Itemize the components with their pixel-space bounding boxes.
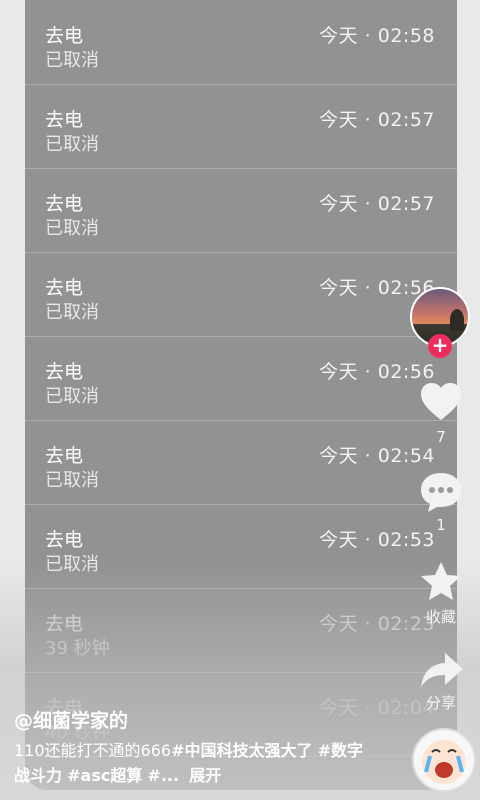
call-log-row[interactable]: 去电已取消 今天 · 02:58: [25, 0, 457, 85]
follow-plus-icon[interactable]: +: [428, 334, 452, 358]
share-label: 分享: [425, 694, 456, 712]
call-type: 去电: [45, 25, 84, 47]
call-log-row[interactable]: 去电 已取消 今天 · 02:54: [25, 420, 457, 505]
expand-link[interactable]: 展开: [189, 766, 221, 785]
call-status: 已取消: [45, 470, 99, 491]
call-type: 去电: [45, 193, 84, 215]
heart-icon[interactable]: [417, 378, 465, 426]
caption-text: 110还能打不通的666: [14, 741, 172, 760]
post-caption: 110还能打不通的666#中国科技太强大了 #数字战斗力 #asc超算 #...…: [14, 738, 364, 788]
tree-silhouette: [450, 309, 464, 331]
hashtag-link[interactable]: #asc超算: [67, 766, 142, 785]
call-log-row[interactable]: 去电 已取消 今天 · 02:56: [25, 336, 457, 421]
call-time: 今天 · 02:57: [319, 109, 435, 131]
crying-face-icon: [422, 740, 466, 784]
author-name[interactable]: @细菌学家的: [14, 706, 128, 733]
hashtag-link[interactable]: #中国科技太强大了: [171, 741, 312, 760]
crying-emoji-sticker[interactable]: [412, 728, 476, 792]
comment-count: 1: [436, 516, 446, 534]
call-log-row[interactable]: 去电已取消 今天 · 02:57: [25, 84, 457, 169]
call-log-row[interactable]: 去电 已取消 今天 · 02:56: [25, 252, 457, 337]
share-arrow-icon[interactable]: [417, 645, 465, 693]
call-type: 去电: [45, 361, 84, 383]
call-type: 去电: [45, 109, 84, 131]
call-time: 今天 · 02:57: [319, 193, 435, 215]
like-count: 7: [436, 428, 446, 446]
call-status: 已取消: [45, 302, 99, 323]
call-status: 已取消: [45, 218, 99, 239]
call-log-row[interactable]: 去电已取消 今天 · 02:57: [25, 168, 457, 253]
call-status: 已取消: [45, 134, 99, 155]
call-status: 已取消: [45, 50, 99, 71]
star-icon[interactable]: [417, 558, 465, 606]
call-status: 已取消: [45, 386, 99, 407]
call-type: 去电: [45, 529, 84, 551]
comment-icon[interactable]: [417, 468, 465, 516]
call-time: 今天 · 02:58: [319, 25, 435, 47]
call-type: 去电: [45, 277, 84, 299]
hashtag-link[interactable]: #...: [147, 766, 179, 785]
favorite-label: 收藏: [425, 608, 456, 626]
call-type: 去电: [45, 445, 84, 467]
